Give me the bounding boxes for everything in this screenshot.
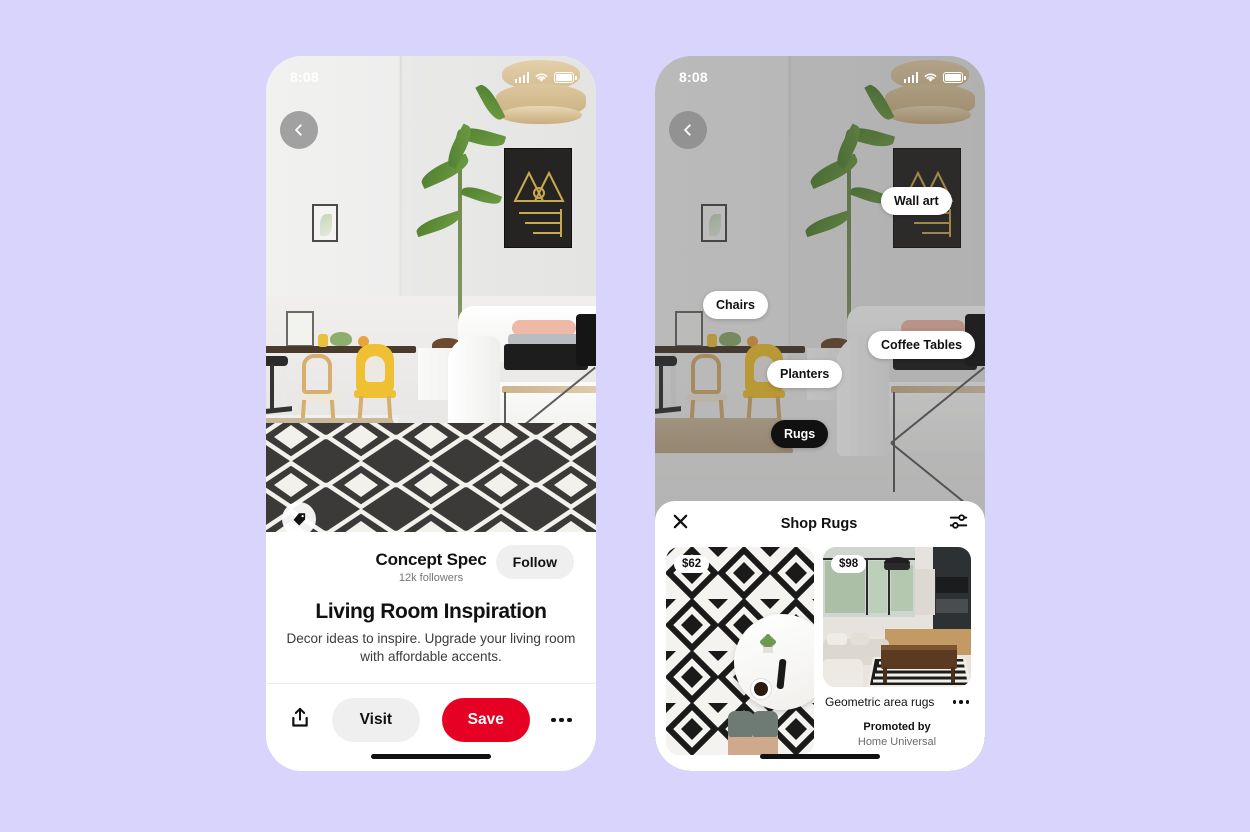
small-picture-frame <box>312 204 338 242</box>
product-meta-row: Geometric area rugs <box>823 695 971 709</box>
battery-full-icon <box>943 71 966 83</box>
shop-bottom-sheet: Shop Rugs $62 $98 Geometric area rugs Pr… <box>655 501 985 771</box>
wifi-icon <box>924 73 937 82</box>
chevron-left-icon <box>295 124 302 136</box>
close-button[interactable] <box>672 513 689 535</box>
product-card[interactable]: $62 <box>666 547 814 755</box>
pin-title: Living Room Inspiration <box>315 600 547 623</box>
hotspot-pill-planters[interactable]: Planters <box>767 360 843 388</box>
chevron-left-icon <box>684 124 691 136</box>
cellular-bars-icon <box>903 71 918 83</box>
phone-mockup-right: Wall art Chairs Coffee Tables Planters R… <box>655 56 985 771</box>
table-bowl <box>330 332 352 346</box>
hotspot-pill-coffee-tables[interactable]: Coffee Tables <box>868 331 976 359</box>
save-button[interactable]: Save <box>441 698 530 743</box>
product-more-button[interactable] <box>952 700 969 704</box>
creator-followers: 12k followers <box>398 572 464 584</box>
status-time: 8:08 <box>679 69 708 85</box>
table-vase <box>318 334 328 347</box>
creator-row: Concept Spec 12k followers Follow <box>266 532 596 584</box>
filter-button[interactable] <box>949 513 968 535</box>
promoted-by-label: Promoted by <box>863 721 931 733</box>
pin-description: Decor ideas to inspire. Upgrade your liv… <box>286 631 576 664</box>
product-card[interactable]: $98 Geometric area rugs Promoted by Home… <box>823 547 971 755</box>
poster-canvas: 8:08 Concept Spec 12k followers Follow L… <box>0 0 1250 832</box>
promoted-block: Promoted by Home Universal <box>823 720 971 750</box>
promoted-brand: Home Universal <box>857 735 937 748</box>
pin-info-card: Concept Spec 12k followers Follow Living… <box>266 532 596 771</box>
close-x-icon <box>673 514 688 529</box>
rug-photo <box>666 547 814 755</box>
stool-stem <box>270 364 274 412</box>
status-bar-left: 8:08 <box>266 56 596 90</box>
hotspot-pill-chairs[interactable]: Chairs <box>703 291 768 319</box>
home-indicator <box>371 754 491 759</box>
foot-right <box>751 711 778 755</box>
shop-sheet-header: Shop Rugs <box>655 501 985 547</box>
product-thumbnail[interactable]: $98 <box>823 547 971 687</box>
leaning-picture-frame <box>286 311 314 347</box>
price-badge: $98 <box>831 555 867 573</box>
status-bar-right: 8:08 <box>655 56 985 90</box>
follow-button[interactable]: Follow <box>495 545 574 579</box>
battery-full-icon <box>554 71 577 83</box>
hotspot-pill-wall-art[interactable]: Wall art <box>881 187 952 215</box>
visit-button[interactable]: Visit <box>331 698 421 743</box>
cellular-bars-icon <box>514 71 529 83</box>
product-grid: $62 $98 Geometric area rugs Promoted by … <box>655 547 985 755</box>
filter-sliders-icon <box>949 514 968 529</box>
share-upload-icon <box>292 707 308 727</box>
back-button[interactable] <box>669 111 707 149</box>
hotspot-pill-rugs[interactable]: Rugs <box>771 420 829 448</box>
shopping-tag-button[interactable] <box>282 502 316 532</box>
succulent-plant <box>755 630 781 654</box>
back-button[interactable] <box>280 111 318 149</box>
status-time: 8:08 <box>290 69 319 85</box>
product-thumbnail[interactable]: $62 <box>666 547 814 755</box>
shop-sheet-title: Shop Rugs <box>780 516 858 532</box>
wall-edge <box>399 56 402 333</box>
action-bar: Visit Save <box>266 684 596 743</box>
price-badge: $62 <box>674 555 710 573</box>
creator-name: Concept Spec <box>375 550 487 569</box>
wall-art-poster <box>504 148 572 248</box>
product-name: Geometric area rugs <box>825 695 935 709</box>
home-indicator <box>760 754 880 759</box>
more-options-button[interactable] <box>551 717 572 723</box>
phone-mockup-left: 8:08 Concept Spec 12k followers Follow L… <box>266 56 596 771</box>
foot-left <box>728 711 755 755</box>
wifi-icon <box>535 73 548 82</box>
share-button[interactable] <box>290 707 310 734</box>
